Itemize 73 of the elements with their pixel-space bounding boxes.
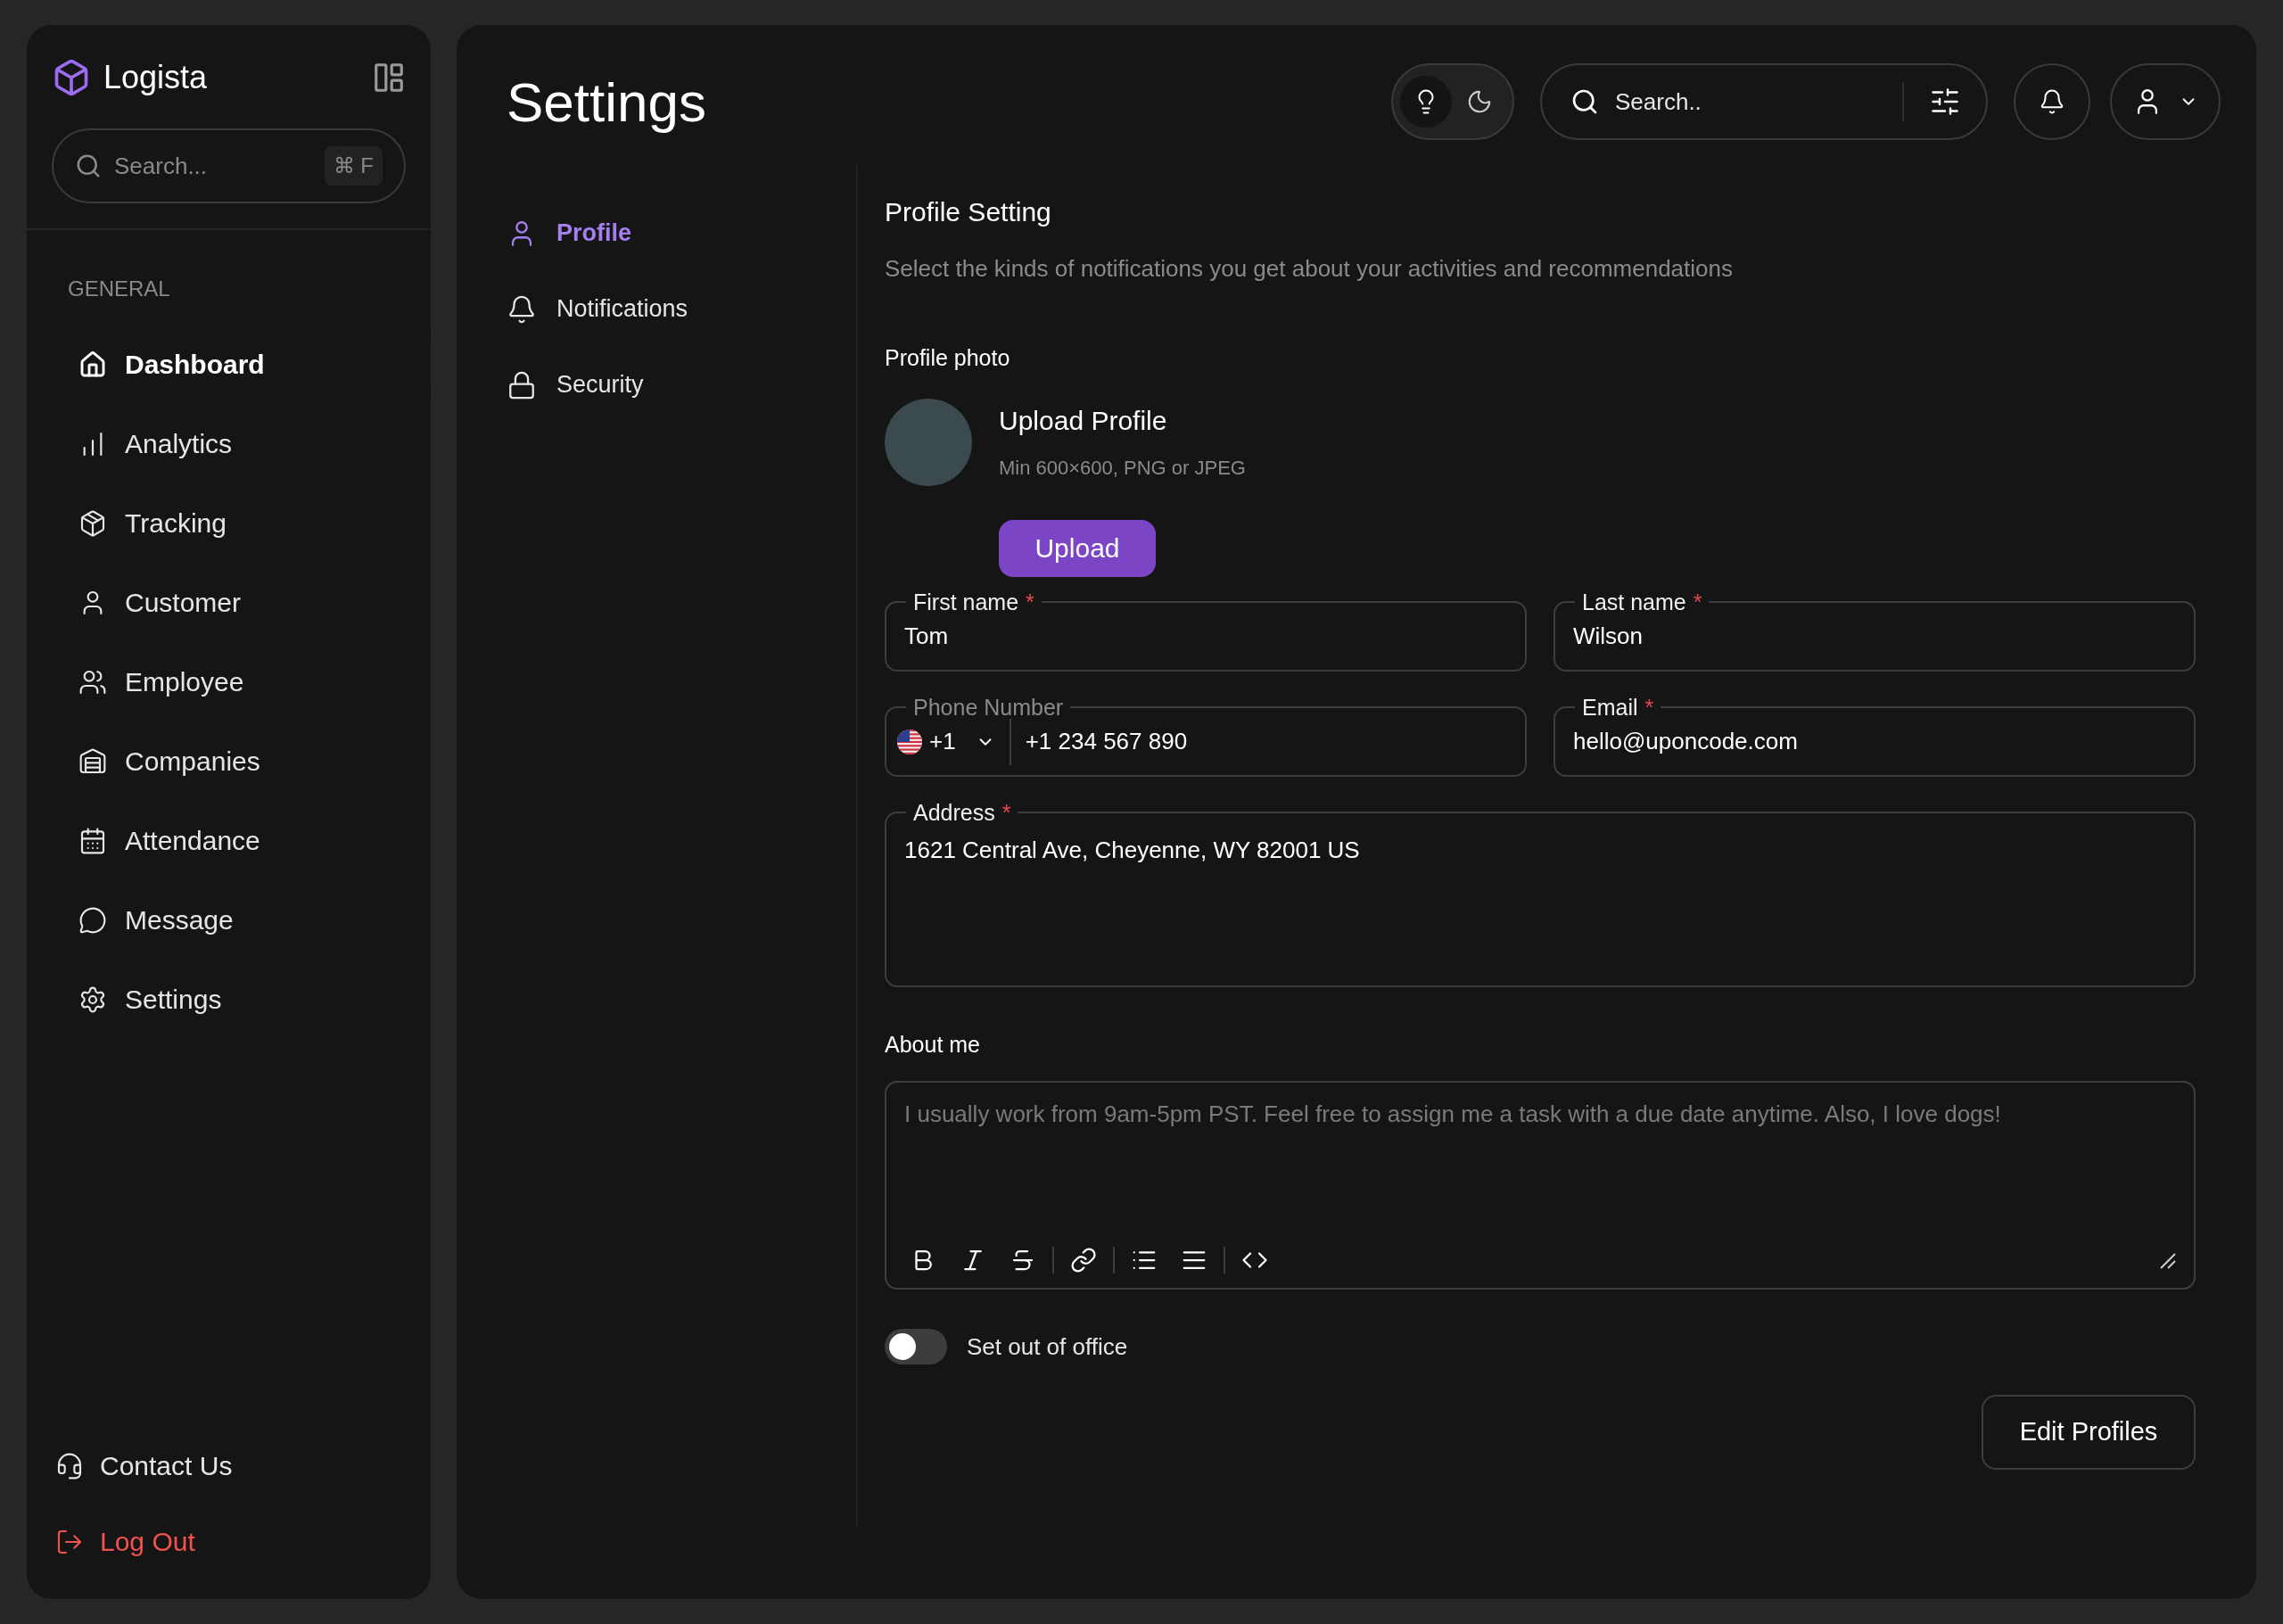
filter-sliders-icon[interactable] — [1929, 86, 1961, 118]
package-icon — [78, 508, 107, 538]
toggle-label: Set out of office — [967, 1331, 1128, 1362]
page-title: Settings — [507, 70, 708, 135]
field-value: Wilson — [1573, 622, 1644, 651]
settings-tab[interactable]: Profile — [507, 195, 856, 271]
bell-icon — [507, 293, 537, 325]
field-value: hello@uponcode.com — [1573, 727, 1799, 756]
lock-icon — [507, 369, 537, 400]
country-code-select[interactable]: +1 — [897, 718, 1011, 765]
bell-icon — [2039, 88, 2065, 115]
field-value: +1 234 567 890 — [1025, 727, 1188, 756]
toggle-switch[interactable] — [885, 1329, 947, 1364]
address-field[interactable]: Address * 1621 Central Ave, Cheyenne, WY 82001 US — [885, 801, 2196, 987]
chat-bubble-icon — [78, 905, 107, 935]
nav-item[interactable]: Settings — [27, 960, 431, 1039]
us-flag-icon — [897, 729, 922, 754]
nav-item[interactable]: Tracking — [27, 483, 431, 563]
required-mark: * — [1644, 694, 1654, 720]
field-label: Address — [913, 799, 995, 825]
upload-hint: Min 600×600, PNG or JPEG — [999, 455, 1246, 481]
required-mark: * — [1001, 799, 1011, 825]
field-label: Email — [1582, 694, 1638, 720]
shortcut-badge: ⌘ F — [324, 146, 383, 185]
field-value: 1621 Central Ave, Cheyenne, WY 82001 US — [904, 835, 1361, 865]
upload-title: Upload Profile — [999, 404, 1168, 437]
section-description: Select the kinds of notifications you get about your activities and recommendations — [885, 254, 1734, 284]
nav-item[interactable]: Analytics — [27, 404, 431, 483]
search-field[interactable]: Search... ⌘ F — [52, 128, 406, 203]
section-label: GENERAL — [67, 276, 171, 302]
theme-option[interactable] — [1400, 76, 1452, 128]
field-label: Last name — [1582, 589, 1686, 614]
calendar-icon — [78, 826, 107, 855]
headset-icon — [55, 1451, 84, 1480]
field-label: First name — [913, 589, 1019, 614]
moon-icon — [1466, 88, 1493, 115]
search-icon — [75, 153, 102, 179]
settings-icon — [78, 985, 107, 1014]
search-placeholder: Search... — [114, 151, 209, 181]
field-label: Phone Number — [913, 694, 1064, 720]
about-editor[interactable]: I usually work from 9am-5pm PST. Feel free to assign me a task with a due date anytime. Also, I love dogs! — [885, 1081, 2196, 1290]
sidebar-toggle-icon[interactable] — [372, 61, 406, 95]
section-title: Profile Setting — [885, 196, 1052, 228]
link-icon[interactable] — [1070, 1247, 1097, 1274]
upload-button[interactable]: Upload — [999, 519, 1156, 577]
resize-handle-icon[interactable] — [2158, 1251, 2176, 1269]
about-label: About me — [885, 1030, 981, 1059]
home-icon — [78, 350, 107, 379]
photo-label: Profile photo — [885, 344, 1011, 372]
required-mark: * — [1026, 589, 1034, 614]
nav-item[interactable]: Customer — [27, 563, 431, 642]
nav-item[interactable]: Employee — [27, 642, 431, 721]
input-field[interactable]: First name * Tom — [885, 590, 1527, 672]
brand-name: Logista — [103, 58, 208, 97]
settings-tab[interactable]: Security — [507, 347, 856, 423]
settings-tab[interactable]: Notifications — [507, 271, 856, 347]
required-mark: * — [1693, 589, 1702, 614]
notifications-button[interactable] — [2014, 63, 2090, 140]
search-icon — [1570, 87, 1599, 116]
about-placeholder: I usually work from 9am-5pm PST. Feel free to assign me a task with a due date anytime. Also, I love dogs! — [904, 1101, 2001, 1127]
account-menu-button[interactable] — [2110, 63, 2221, 140]
warehouse-icon — [78, 746, 107, 776]
field-value: Tom — [904, 622, 950, 651]
contact-link[interactable]: Contact Us — [27, 1428, 431, 1504]
nav-item[interactable]: Message — [27, 880, 431, 960]
edit-profiles-button[interactable]: Edit Profiles — [1982, 1395, 2196, 1470]
search-field[interactable]: Search.. — [1540, 63, 1988, 140]
nav-item[interactable]: Attendance — [27, 801, 431, 880]
input-field[interactable]: Phone Number +1 +1 234 567 890 — [885, 696, 1527, 777]
nav-item[interactable]: Companies — [27, 721, 431, 801]
search-placeholder: Search.. — [1615, 87, 1702, 117]
logout-link[interactable]: Log Out — [27, 1504, 431, 1579]
input-field[interactable]: Email * hello@uponcode.com — [1554, 696, 2196, 777]
